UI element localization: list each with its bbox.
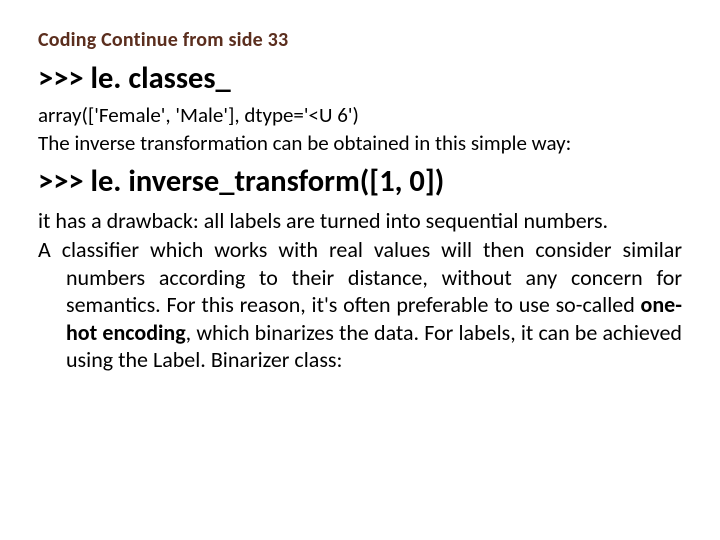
output-array: array(['Female', 'Male'], dtype='<U 6') <box>38 102 682 128</box>
code-line-inverse-transform: >>> le. inverse_transform([1, 0]) <box>38 163 682 201</box>
code-line-classes: >>> le. classes_ <box>38 60 682 98</box>
explain-inverse: The inverse transformation can be obtain… <box>38 130 682 156</box>
para2-pre: A classifier which works with real value… <box>38 236 682 318</box>
paragraph-drawback: it has a drawback: all labels are turned… <box>38 207 682 235</box>
slide-title: Coding Continue from side 33 <box>38 28 682 52</box>
slide-body: Coding Continue from side 33 >>> le. cla… <box>0 0 720 540</box>
paragraph-classifier: A classifier which works with real value… <box>38 236 682 374</box>
